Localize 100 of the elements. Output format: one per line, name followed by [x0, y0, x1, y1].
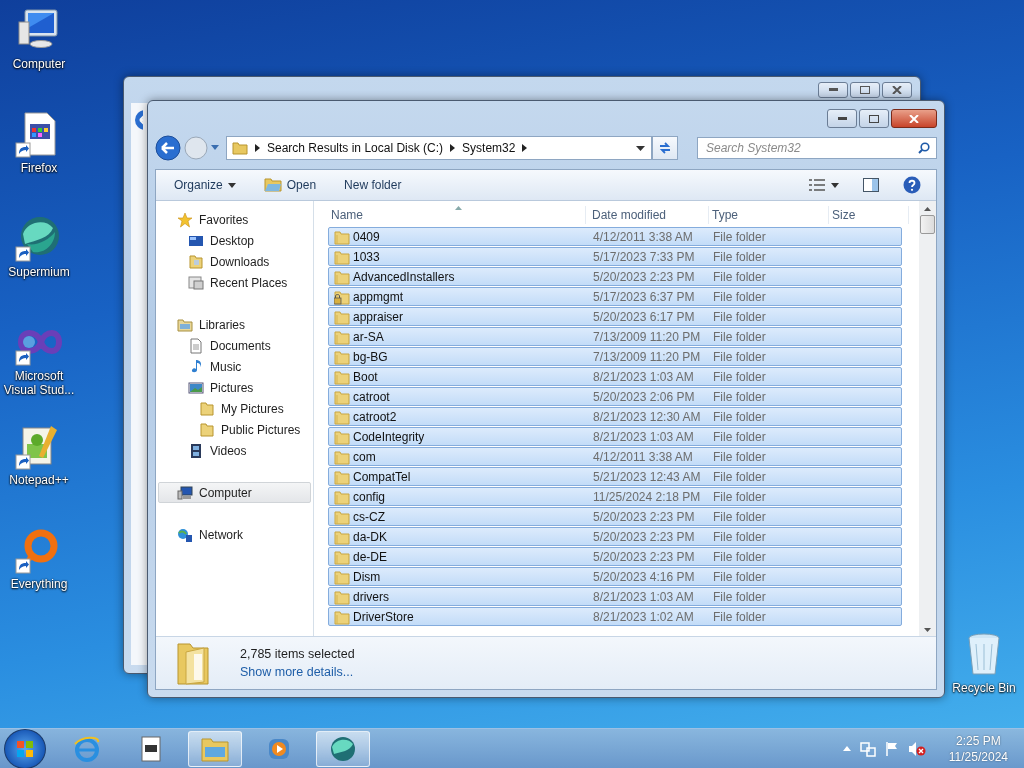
refresh-icon	[658, 141, 672, 155]
file-row[interactable]: 0409 4/12/2011 3:38 AM File folder	[328, 227, 902, 246]
flag-icon[interactable]	[884, 740, 899, 757]
file-row[interactable]: de-DE 5/20/2023 2:23 PM File folder	[328, 547, 902, 566]
film-icon	[188, 442, 204, 459]
file-row[interactable]: Dism 5/20/2023 4:16 PM File folder	[328, 567, 902, 586]
library-icon	[177, 316, 193, 333]
nav-item[interactable]: Downloads	[158, 251, 311, 272]
column-header[interactable]: Size	[832, 206, 909, 224]
file-row[interactable]: com 4/12/2011 3:38 AM File folder	[328, 447, 902, 466]
close-button[interactable]	[882, 82, 912, 98]
scrollbar[interactable]	[919, 201, 936, 636]
file-row[interactable]: bg-BG 7/13/2009 11:20 PM File folder	[328, 347, 902, 366]
desktop-icon-label[interactable]: Computer	[12, 57, 66, 71]
caret-icon[interactable]	[211, 145, 219, 151]
close-button[interactable]	[891, 109, 937, 128]
column-header[interactable]: Name	[331, 206, 586, 224]
minimize-button[interactable]	[818, 82, 848, 98]
nav-item[interactable]: Pictures	[158, 377, 311, 398]
folder-icon	[199, 421, 215, 438]
close-icon	[892, 86, 902, 94]
file-row[interactable]: DriverStore 8/21/2023 1:02 AM File folder	[328, 607, 902, 626]
scroll-thumb[interactable]	[920, 215, 935, 234]
nav-item[interactable]: Computer	[158, 482, 311, 503]
desktop-icon-label[interactable]: Everything	[10, 577, 68, 591]
network-icon	[177, 526, 193, 543]
dropdown-icon[interactable]	[636, 145, 645, 151]
file-row[interactable]: Boot 8/21/2023 1:03 AM File folder	[328, 367, 902, 386]
organize-menu-button[interactable]: Organize	[168, 174, 242, 196]
list-view-icon	[809, 179, 825, 191]
file-row[interactable]: AdvancedInstallers 5/20/2023 2:23 PM File folder	[328, 267, 902, 286]
file-row[interactable]: 1033 5/17/2023 7:33 PM File folder	[328, 247, 902, 266]
chevron-icon[interactable]	[522, 144, 528, 152]
network-icon[interactable]	[859, 740, 876, 757]
file-row[interactable]: catroot2 8/21/2023 12:30 AM File folder	[328, 407, 902, 426]
speaker-muted-icon[interactable]	[907, 740, 926, 757]
breadcrumb[interactable]: System32	[462, 141, 516, 155]
nav-item[interactable]: My Pictures	[158, 398, 311, 419]
nav-item[interactable]: Network	[158, 524, 311, 545]
column-header[interactable]: Type	[712, 206, 829, 224]
chevron-icon[interactable]	[255, 144, 260, 152]
toolbar-button[interactable]: New folder	[338, 174, 408, 196]
maximize-button[interactable]	[859, 109, 889, 128]
caret-icon	[227, 182, 236, 188]
nav-item[interactable]: Public Pictures	[158, 419, 311, 440]
nav-item[interactable]: Videos	[158, 440, 311, 461]
search-icon	[918, 142, 930, 154]
desktop-icon-label[interactable]: Supermium	[8, 265, 70, 279]
column-header[interactable]: Date modified	[592, 206, 709, 224]
scroll-up-icon[interactable]	[924, 207, 931, 211]
file-row[interactable]: ar-SA 7/13/2009 11:20 PM File folder	[328, 327, 902, 346]
file-row[interactable]: drivers 8/21/2023 1:03 AM File folder	[328, 587, 902, 606]
nav-item[interactable]: Music	[158, 356, 311, 377]
toolbar-button[interactable]: Open	[257, 174, 323, 196]
document-icon	[188, 337, 204, 354]
pictures-icon	[188, 379, 204, 396]
sort-arrow-icon	[455, 206, 462, 210]
folder-icon	[188, 253, 204, 270]
minimize-icon	[828, 88, 838, 92]
folder-icon	[232, 141, 248, 155]
file-row[interactable]: config 11/25/2024 2:18 PM File folder	[328, 487, 902, 506]
address-bar[interactable]: Search Results in Local Disk (C:) System32	[226, 136, 652, 160]
start-button[interactable]	[4, 728, 46, 768]
recent-places-icon	[188, 274, 204, 291]
folder-icon	[263, 178, 282, 192]
computer-icon	[177, 484, 193, 501]
show-details-link[interactable]: Show more details...	[240, 665, 355, 679]
help-icon	[903, 176, 921, 194]
file-row[interactable]: CodeIntegrity 8/21/2023 1:03 AM File folder	[328, 427, 902, 446]
maximize-button[interactable]	[850, 82, 880, 98]
star-icon	[177, 211, 193, 228]
folder-icon	[199, 400, 215, 417]
back-button[interactable]	[155, 135, 181, 161]
file-row[interactable]: catroot 5/20/2023 2:06 PM File folder	[328, 387, 902, 406]
nav-item[interactable]: Libraries	[158, 314, 311, 335]
scroll-down-icon[interactable]	[924, 628, 931, 632]
file-row[interactable]: cs-CZ 5/20/2023 2:23 PM File folder	[328, 507, 902, 526]
maximize-icon	[860, 86, 870, 94]
file-row[interactable]: CompatTel 5/21/2023 12:43 AM File folder	[328, 467, 902, 486]
nav-item[interactable]: Favorites	[158, 209, 311, 230]
nav-item[interactable]: Recent Places	[158, 272, 311, 293]
nav-item[interactable]: Desktop	[158, 230, 311, 251]
caret-icon	[831, 182, 839, 188]
selection-summary: 2,785 items selected	[240, 647, 355, 661]
chevron-icon[interactable]	[450, 144, 456, 152]
maximize-icon	[869, 114, 879, 123]
desktop-icon-label[interactable]: Notepad++	[9, 473, 69, 487]
preview-pane-icon	[863, 178, 879, 192]
file-row[interactable]: da-DK 5/20/2023 2:23 PM File folder	[328, 527, 902, 546]
file-row[interactable]: appraiser 5/20/2023 6:17 PM File folder	[328, 307, 902, 326]
file-row[interactable]: appmgmt 5/17/2023 6:37 PM File folder	[328, 287, 902, 306]
search-field[interactable]: Search System32	[697, 137, 937, 159]
breadcrumb[interactable]: Search Results in Local Disk (C:)	[267, 141, 444, 155]
refresh-button[interactable]	[652, 136, 678, 160]
nav-item[interactable]: Documents	[158, 335, 311, 356]
minimize-button[interactable]	[827, 109, 857, 128]
desktop-icon-label[interactable]: Firefox	[20, 161, 58, 175]
minimize-icon	[837, 116, 847, 121]
desktop-icon-label[interactable]: Microsoft Visual Stud...	[0, 369, 78, 397]
close-icon	[909, 114, 919, 123]
